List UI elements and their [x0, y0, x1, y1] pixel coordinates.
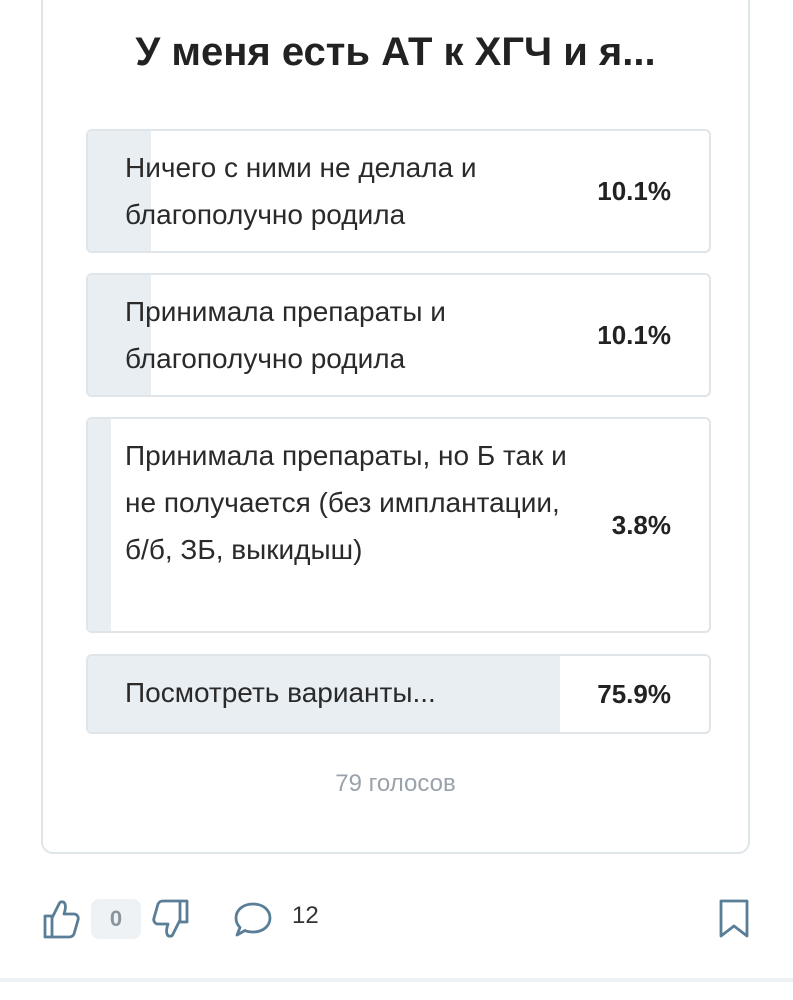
option-percent: 10.1%: [597, 320, 671, 350]
votes-count: 79 голосов: [335, 770, 456, 797]
poll-option-4[interactable]: Посмотреть варианты... 75.9%: [86, 654, 711, 734]
bottom-divider: [0, 978, 793, 982]
poll-title: У меня есть АТ к ХГЧ и я...: [135, 30, 656, 74]
poll-option-1[interactable]: Ничего с ними не делала и благополучно р…: [86, 129, 711, 253]
option-percent: 75.9%: [597, 679, 671, 709]
comment-icon[interactable]: [232, 900, 274, 940]
comment-count: 12: [292, 902, 319, 929]
option-label: Принимала препараты и благополучно родил…: [125, 296, 446, 374]
thumbs-up-icon[interactable]: [42, 898, 80, 940]
option-fill-bar: [88, 419, 111, 631]
option-label: Посмотреть варианты...: [125, 677, 436, 708]
option-label: Ничего с ними не делала и благополучно р…: [125, 152, 477, 230]
option-percent: 10.1%: [597, 176, 671, 206]
post-actions-bar: 0 12: [0, 880, 793, 960]
bookmark-icon[interactable]: [717, 898, 751, 940]
thumbs-down-icon[interactable]: [152, 898, 190, 940]
poll-card: У меня есть АТ к ХГЧ и я... Ничего с ним…: [41, 0, 750, 854]
like-count: 0: [91, 899, 141, 939]
poll-option-3[interactable]: Принимала препараты, но Б так и не получ…: [86, 417, 711, 633]
option-percent: 3.8%: [611, 510, 671, 540]
poll-option-2[interactable]: Принимала препараты и благополучно родил…: [86, 273, 711, 397]
option-label: Принимала препараты, но Б так и не получ…: [125, 440, 567, 565]
